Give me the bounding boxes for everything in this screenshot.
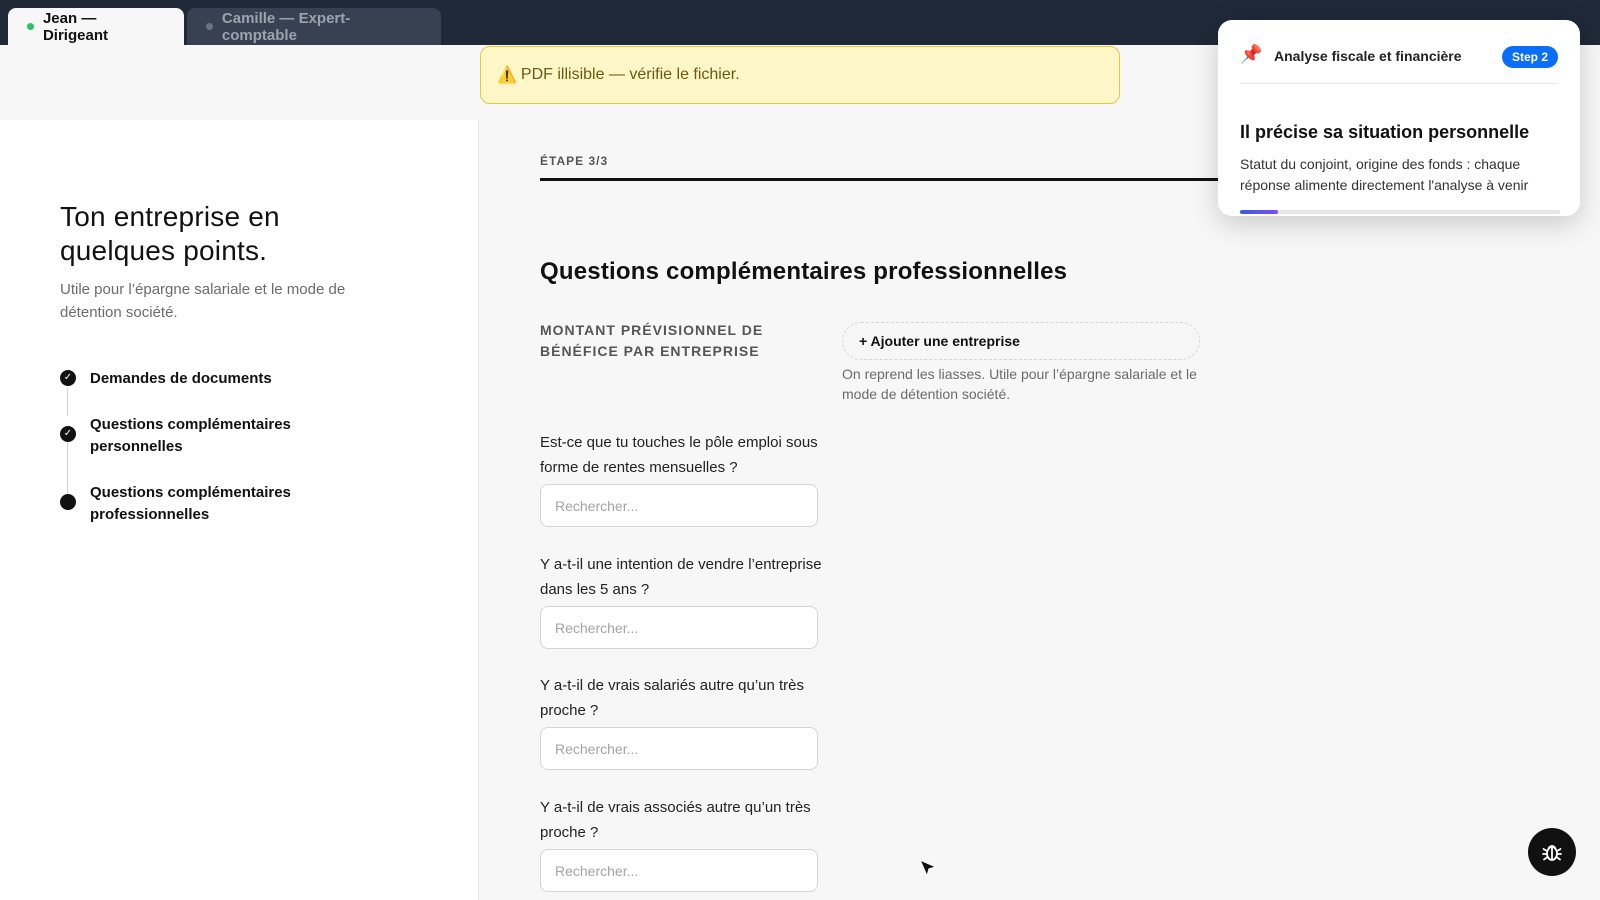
check-icon: ✓ (60, 370, 76, 386)
tab-camille-expert-comptable[interactable]: Camille — Expert-comptable (187, 8, 441, 45)
popover-progress-fill (1240, 210, 1279, 214)
question-pole-emploi: Est-ce que tu touches le pôle emploi sou… (540, 434, 818, 476)
current-step-dot (60, 494, 76, 510)
guided-tour-popover: 📌 Analyse fiscale et financière Step 2 I… (1218, 20, 1580, 216)
question-sale-intention: Y a-t-il une intention de vendre l’entre… (540, 556, 822, 598)
popover-header: 📌 Analyse fiscale et financière Step 2 (1240, 44, 1558, 84)
left-panel: Ton entreprise en quelques points. Utile… (0, 120, 479, 900)
section-title: Questions complémentaires professionnell… (540, 258, 1068, 285)
step-label: Questions complémentaires professionnell… (90, 484, 291, 523)
step-label: Questions complémentaires personnelles (90, 416, 291, 455)
employees-select[interactable] (540, 727, 818, 770)
sale-intention-select[interactable] (540, 606, 818, 649)
bug-report-button[interactable] (1528, 828, 1576, 876)
popover-progress-bar (1240, 210, 1560, 214)
online-status-dot (27, 23, 34, 30)
add-company-button[interactable]: + Ajouter une entreprise (842, 322, 1200, 360)
step-indicator: ÉTAPE 3/3 (540, 154, 609, 168)
step-badge: Step 2 (1501, 46, 1558, 68)
montant-label: MONTANT PRÉVISIONNEL DE BÉNÉFICE PAR ENT… (540, 322, 764, 359)
check-icon: ✓ (60, 426, 76, 442)
partners-select[interactable] (540, 849, 818, 892)
bug-icon (1542, 845, 1562, 861)
step-progress-rule (540, 178, 1220, 181)
pushpin-icon: 📌 (1240, 44, 1263, 64)
mouse-cursor-icon (919, 859, 937, 877)
popover-title: Il précise sa situation personnelle (1240, 122, 1530, 142)
question-partners: Y a-t-il de vrais associés autre qu’un t… (540, 799, 811, 841)
pdf-error-alert: ⚠️ PDF illisible — vérifie le fichier. (480, 46, 1120, 104)
popover-description: Statut du conjoint, origine des fonds : … (1240, 156, 1529, 193)
offline-status-dot (206, 23, 213, 30)
alert-text: PDF illisible — vérifie le fichier. (520, 66, 740, 83)
warning-icon: ⚠️ (497, 67, 517, 84)
tab-label: Camille — Expert-comptable (221, 9, 351, 44)
popover-kicker: Analyse fiscale et financière (1274, 48, 1462, 64)
page-title: Ton entreprise en quelques points. (60, 201, 280, 266)
montant-hint: On reprend les liasses. Utile pour l’épa… (842, 366, 1197, 402)
pole-emploi-select[interactable] (540, 484, 818, 527)
tab-jean-dirigeant[interactable]: Jean — Dirigeant (8, 8, 184, 45)
page-subtitle: Utile pour l’épargne salariale et le mod… (60, 281, 346, 321)
step-label: Demandes de documents (90, 370, 272, 387)
question-employees: Y a-t-il de vrais salariés autre qu’un t… (540, 677, 805, 719)
tab-label: Jean — Dirigeant (42, 9, 108, 44)
step-connector (67, 438, 68, 498)
step-connector (67, 388, 68, 416)
